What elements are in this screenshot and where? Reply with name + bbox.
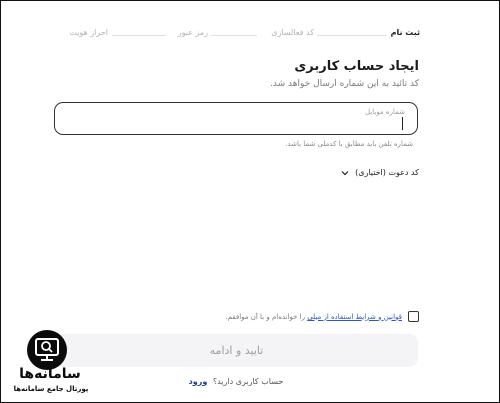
step-signup: ثبت نام	[390, 28, 420, 37]
terms-checkbox[interactable]	[408, 311, 419, 322]
monitor-search-icon	[35, 338, 59, 361]
login-link[interactable]: ورود	[189, 377, 208, 386]
logo-tagline: پورتال جامع سامانه‌ها	[13, 385, 89, 393]
login-prompt: حساب کاربری دارید؟	[212, 377, 284, 386]
confirm-continue-button[interactable]: تایید و ادامه	[55, 334, 418, 367]
invite-code-label: کد دعوت (اختیاری)	[355, 168, 419, 177]
text-caret	[402, 117, 403, 130]
step-identity-verification: احراز هویت	[69, 28, 108, 37]
invite-code-toggle[interactable]: کد دعوت (اختیاری)	[341, 168, 419, 177]
terms-link[interactable]: قوانین و شرایط استفاده از میلی	[307, 313, 402, 321]
mobile-hint: شماره تلفن باید مطابق با کدملی شما باشد.	[285, 140, 413, 148]
step-divider	[317, 35, 386, 36]
login-row: حساب کاربری دارید؟ ورود	[54, 377, 418, 386]
page-title: ایجاد حساب کاربری	[294, 59, 419, 74]
samaneha-logo: سامانه‌ها پورتال جامع سامانه‌ها	[10, 330, 88, 396]
mobile-field-label: شماره موبایل	[364, 108, 405, 116]
chevron-down-icon	[341, 170, 349, 176]
logo-emblem	[27, 330, 67, 370]
step-activation-code: کد فعالسازی	[271, 28, 314, 37]
mobile-field[interactable]: شماره موبایل	[54, 102, 418, 135]
page-subtitle: کد تائید به این شماره ارسال خواهد شد.	[270, 79, 419, 89]
terms-row: قوانین و شرایط استفاده از میلی را خوانده…	[225, 311, 419, 322]
mobile-input[interactable]	[65, 117, 397, 133]
signup-stepper: ثبت نام کد فعالسازی رمز عبور احراز هویت	[54, 28, 420, 42]
step-divider	[211, 35, 257, 36]
terms-text: را خوانده‌ام و با آن موافقم.	[225, 312, 305, 321]
step-divider	[112, 35, 166, 36]
logo-name: سامانه‌ها	[19, 366, 81, 382]
step-password: رمز عبور	[177, 28, 208, 37]
